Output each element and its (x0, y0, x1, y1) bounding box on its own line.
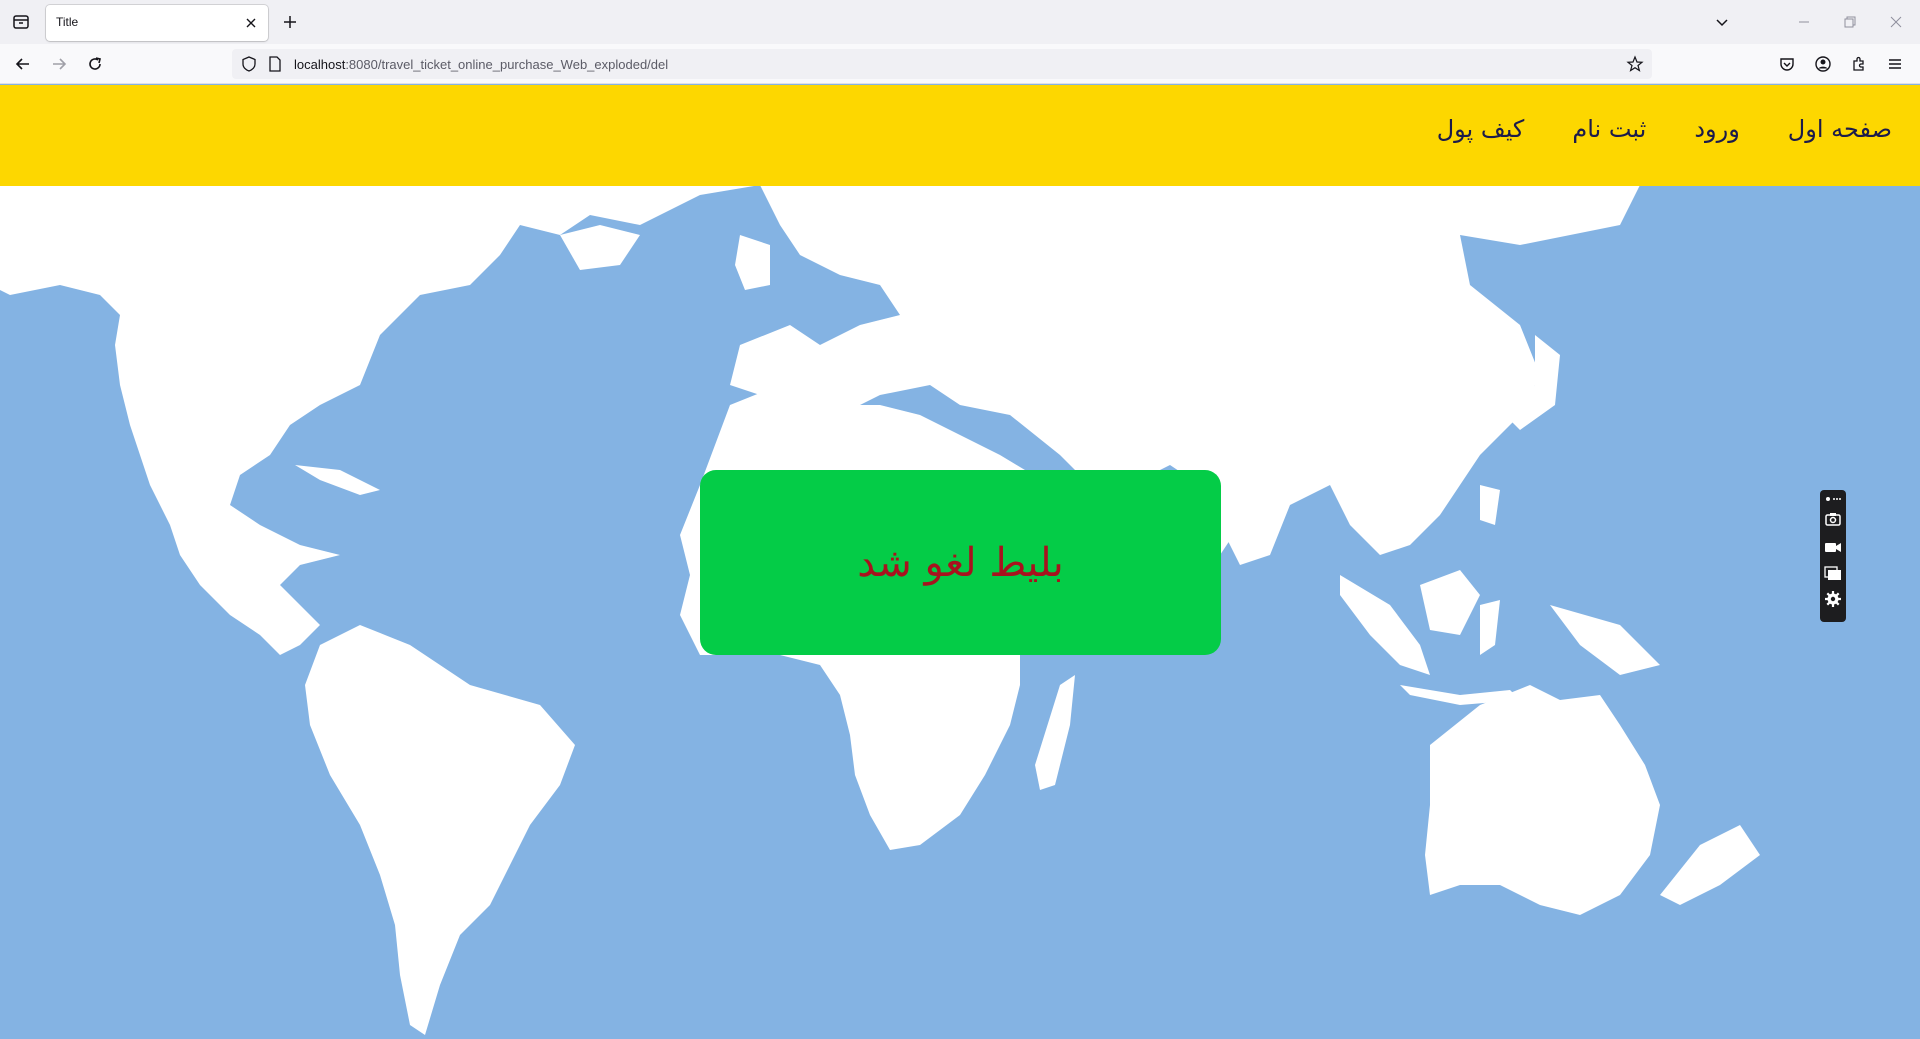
browser-tabbar: Title (0, 0, 1920, 44)
pocket-icon[interactable] (1776, 53, 1798, 75)
menu-icon[interactable] (1884, 53, 1906, 75)
window-icon[interactable] (1824, 564, 1842, 582)
browser-tab[interactable]: Title (46, 5, 268, 41)
page-icon[interactable] (266, 55, 284, 73)
reload-icon[interactable] (84, 53, 106, 75)
video-icon[interactable] (1824, 538, 1842, 556)
chevron-down-icon[interactable] (1712, 12, 1732, 32)
minimize-icon[interactable] (1794, 12, 1814, 32)
menu-item-home[interactable]: صفحه اول (1764, 115, 1892, 143)
forward-icon[interactable] (48, 53, 70, 75)
shield-icon[interactable] (240, 55, 258, 73)
url-host: localhost (294, 57, 346, 72)
pin-icon[interactable] (1824, 494, 1842, 504)
url-path: :8080/travel_ticket_online_purchase_Web_… (345, 57, 669, 72)
bookmark-star-icon[interactable] (1626, 55, 1644, 73)
menu-item-wallet[interactable]: کیف پول (1413, 115, 1549, 143)
new-tab-icon[interactable] (280, 12, 300, 32)
extensions-icon[interactable] (1848, 53, 1870, 75)
back-icon[interactable] (12, 53, 34, 75)
window-close-icon[interactable] (1886, 12, 1906, 32)
account-icon[interactable] (1812, 53, 1834, 75)
camera-icon[interactable] (1824, 510, 1842, 528)
address-bar[interactable]: localhost:8080/travel_ticket_online_purc… (232, 49, 1652, 79)
ticket-cancelled-notice: بلیط لغو شد (700, 470, 1221, 655)
tab-title: Title (56, 15, 79, 29)
site-header: صفحه اول ورود ثبت نام کیف پول (0, 85, 1920, 186)
menu-item-register[interactable]: ثبت نام (1548, 115, 1670, 143)
settings-icon[interactable] (1824, 590, 1842, 608)
main-menu: صفحه اول ورود ثبت نام کیف پول (1413, 115, 1892, 143)
restore-icon[interactable] (1840, 12, 1860, 32)
browser-navbar: localhost:8080/travel_ticket_online_purc… (0, 44, 1920, 84)
screenshot-toolbar (1820, 490, 1846, 622)
menu-item-login[interactable]: ورود (1670, 115, 1763, 143)
url-text: localhost:8080/travel_ticket_online_purc… (294, 57, 668, 72)
close-icon[interactable] (242, 14, 260, 32)
tab-list-icon[interactable] (10, 11, 32, 33)
notice-message: بلیط لغو شد (857, 539, 1064, 586)
page-content: صفحه اول ورود ثبت نام کیف پول بلیط لغو ش… (0, 85, 1920, 1039)
